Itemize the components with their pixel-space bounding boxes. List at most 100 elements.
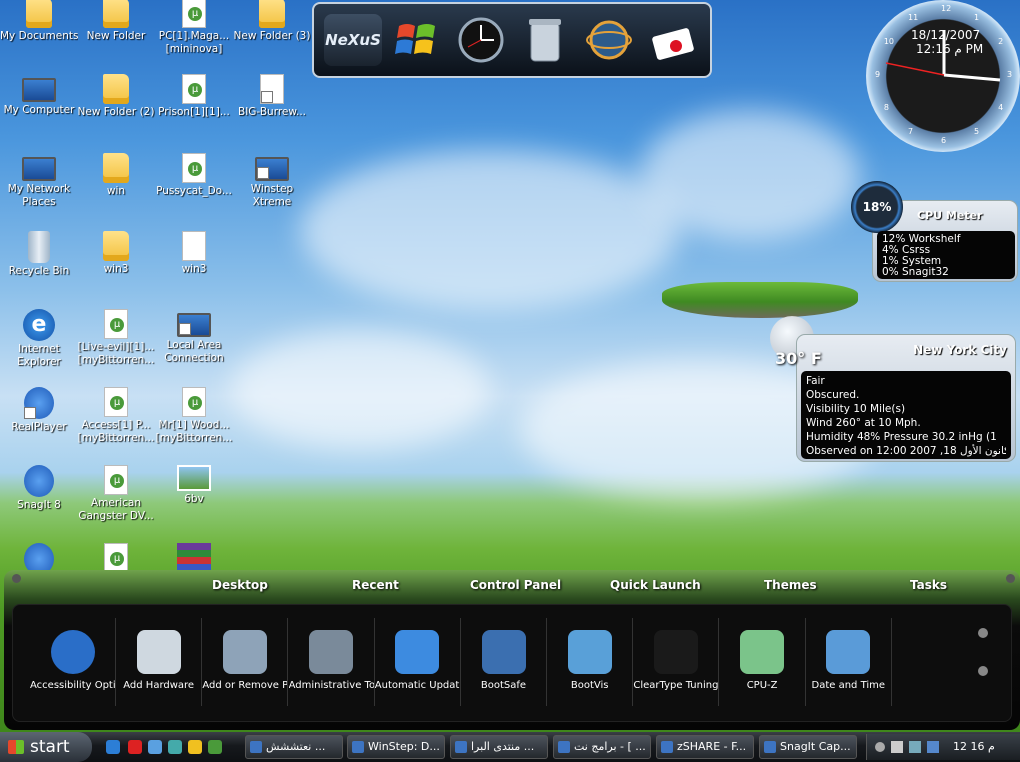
cleartype-icon — [653, 630, 698, 674]
desktop-icon[interactable]: win3 — [77, 231, 155, 276]
desktop-icon[interactable]: My Documents — [0, 0, 78, 43]
shelf-item[interactable]: Administrative To — [289, 618, 375, 706]
desktop-icon[interactable]: My Network Places — [0, 153, 78, 209]
floating-island — [662, 282, 858, 318]
nexus-logo-icon[interactable]: NeXuS — [324, 14, 382, 66]
tab-quick-launch[interactable]: Quick Launch — [610, 578, 701, 592]
network-quicklaunch-icon[interactable] — [168, 740, 182, 754]
cpu-process: 0% Snagit32 — [882, 266, 949, 278]
tab-tasks[interactable]: Tasks — [910, 578, 947, 592]
recycle-bin-icon[interactable] — [516, 14, 574, 66]
desktop-icon[interactable]: µ PC[1].Maga... [mininova] — [155, 0, 233, 56]
tray-arrow-icon[interactable] — [875, 742, 885, 752]
shelf-item[interactable]: Date and Time — [806, 618, 892, 706]
cpu-meter-title: CPU Meter — [917, 209, 983, 222]
tray-monitor-icon[interactable] — [909, 741, 921, 753]
add-hardware-icon — [136, 630, 181, 674]
desktop-icon[interactable]: win3 — [155, 231, 233, 276]
tray-app-icon[interactable] — [891, 741, 903, 753]
desktop-icon[interactable]: µ Prison[1][1]... — [155, 74, 233, 119]
task-button[interactable]: منتدى البرا ... — [450, 735, 548, 759]
desktop-icon[interactable]: 6bv — [155, 465, 233, 506]
recycle-bin-icon — [28, 231, 50, 263]
desktop-icon-label: New Folder (2) — [77, 106, 155, 118]
desktop-icon[interactable]: My Computer — [0, 74, 78, 117]
task-button[interactable]: zSHARE - F... — [656, 735, 754, 759]
clock-icon[interactable] — [452, 14, 510, 66]
weather-city: New York City — [913, 343, 1007, 357]
add-remove-programs-icon — [222, 630, 267, 674]
desktop-icon[interactable]: µ [Live-evil][1]... [myBittorren... — [77, 309, 155, 367]
desktop-icon-label: [mininova] — [165, 43, 223, 55]
torrent-file-icon: µ — [104, 465, 128, 495]
desktop-icon[interactable]: Recycle Bin — [0, 231, 78, 278]
torrent-quicklaunch-icon[interactable] — [208, 740, 222, 754]
opera-quicklaunch-icon[interactable] — [128, 740, 142, 754]
messenger-quicklaunch-icon[interactable] — [188, 740, 202, 754]
shelf-scroll-dot[interactable] — [978, 628, 988, 638]
shelf-scroll-dot[interactable] — [978, 666, 988, 676]
ie-quicklaunch-icon[interactable] — [106, 740, 120, 754]
task-button[interactable]: WinStep: D... — [347, 735, 445, 759]
weather-gadget[interactable]: 30° F New York City Fair Obscured. Visib… — [775, 334, 1016, 462]
desktop-icon[interactable]: SnagIt 8 — [0, 465, 78, 512]
tab-desktop[interactable]: Desktop — [212, 578, 268, 592]
desktop-icon-label: 6bv — [184, 493, 204, 505]
desktop-icon-label: SnagIt 8 — [17, 499, 61, 511]
windows-logo-icon[interactable] — [388, 14, 446, 66]
shelf-item[interactable]: Add or Remove Pr — [202, 618, 289, 706]
tray-network-icon[interactable] — [927, 741, 939, 753]
shelf-item-label: BootVis — [570, 680, 609, 691]
folder-icon — [103, 74, 129, 104]
desktop-icon-label: PC[1].Maga... — [158, 30, 230, 42]
shelf-item[interactable]: CPU-Z — [720, 618, 806, 706]
desktop-icon[interactable]: New Folder (3) — [233, 0, 311, 43]
cpu-meter-gadget[interactable]: 18% CPU Meter 12% Workshelf 4% Csrss 1% … — [851, 181, 1018, 282]
shelf-item[interactable]: ClearType Tuning — [633, 618, 720, 706]
desktop-quicklaunch-icon[interactable] — [148, 740, 162, 754]
start-label: start — [30, 737, 70, 757]
desktop-icon[interactable]: µ Mr[1] Wood... [myBittorren... — [155, 387, 233, 445]
desktop-icon[interactable]: µ Pussycat_Do... — [155, 153, 233, 198]
shelf-item-label: BootSafe — [480, 680, 527, 691]
desktop-icon[interactable]: BIG-Burrew... — [233, 74, 311, 119]
tab-control-panel[interactable]: Control Panel — [470, 578, 561, 592]
network-globe-icon[interactable] — [580, 14, 638, 66]
mail-icon[interactable] — [644, 14, 702, 66]
desktop-icon-label: Access[1] P... — [81, 419, 151, 431]
desktop-icon[interactable]: win — [77, 153, 155, 198]
desktop-icon[interactable]: New Folder (2) — [77, 74, 155, 119]
weather-line: Wind 260° at 10 Mph. — [806, 417, 921, 429]
desktop-icon-label: Local Area — [166, 339, 222, 351]
shelf-item-label: Administrative To — [288, 680, 374, 691]
desktop-icon[interactable]: µ Access[1] P... [myBittorren... — [77, 387, 155, 445]
tab-themes[interactable]: Themes — [764, 578, 817, 592]
task-button[interactable]: SnagIt Cap... — [759, 735, 857, 759]
desktop-icon[interactable]: µ American Gangster DV... — [77, 465, 155, 523]
desktop-icon[interactable]: e Internet Explorer — [0, 309, 78, 369]
desktop-icon-label: American — [91, 497, 141, 509]
clock-gadget[interactable]: 12 1 2 3 4 5 6 7 8 9 10 11 18/12/2007 12:16 م PM — [866, 0, 1020, 152]
shelf-item[interactable]: BootSafe — [461, 618, 547, 706]
shelf-item[interactable]: BootVis — [547, 618, 634, 706]
shelf-item[interactable]: Accessibility Optio — [30, 618, 116, 706]
desktop-icon[interactable]: New Folder — [77, 0, 155, 43]
shelf-item-label: Add Hardware — [123, 680, 195, 691]
shelf-item[interactable]: Automatic Update — [375, 618, 461, 706]
tab-recent[interactable]: Recent — [352, 578, 399, 592]
shelf-item[interactable]: Add Hardware — [116, 618, 203, 706]
desktop-icon[interactable]: Local Area Connection — [155, 309, 233, 365]
desktop-icon-label: RealPlayer — [11, 421, 67, 433]
desktop-icon[interactable]: Winstep Xtreme — [233, 153, 311, 209]
desktop-icon-label: win — [106, 185, 126, 197]
desktop-icon-label: Gangster DV... — [78, 510, 154, 522]
desktop-icon-label: win3 — [181, 263, 207, 275]
desktop-icon[interactable]: RealPlayer — [0, 387, 78, 434]
tray-clock[interactable]: 12 16 م — [953, 734, 995, 760]
desktop-icon-label: [myBittorren... — [155, 432, 233, 444]
task-button[interactable]: برامج نت - [ ... — [553, 735, 651, 759]
weather-line: Visibility 10 Mile(s) — [806, 403, 906, 415]
system-tray: 12 16 م — [866, 734, 1020, 760]
task-button[interactable]: نعتششش ... — [245, 735, 343, 759]
start-button[interactable]: start — [0, 732, 92, 762]
